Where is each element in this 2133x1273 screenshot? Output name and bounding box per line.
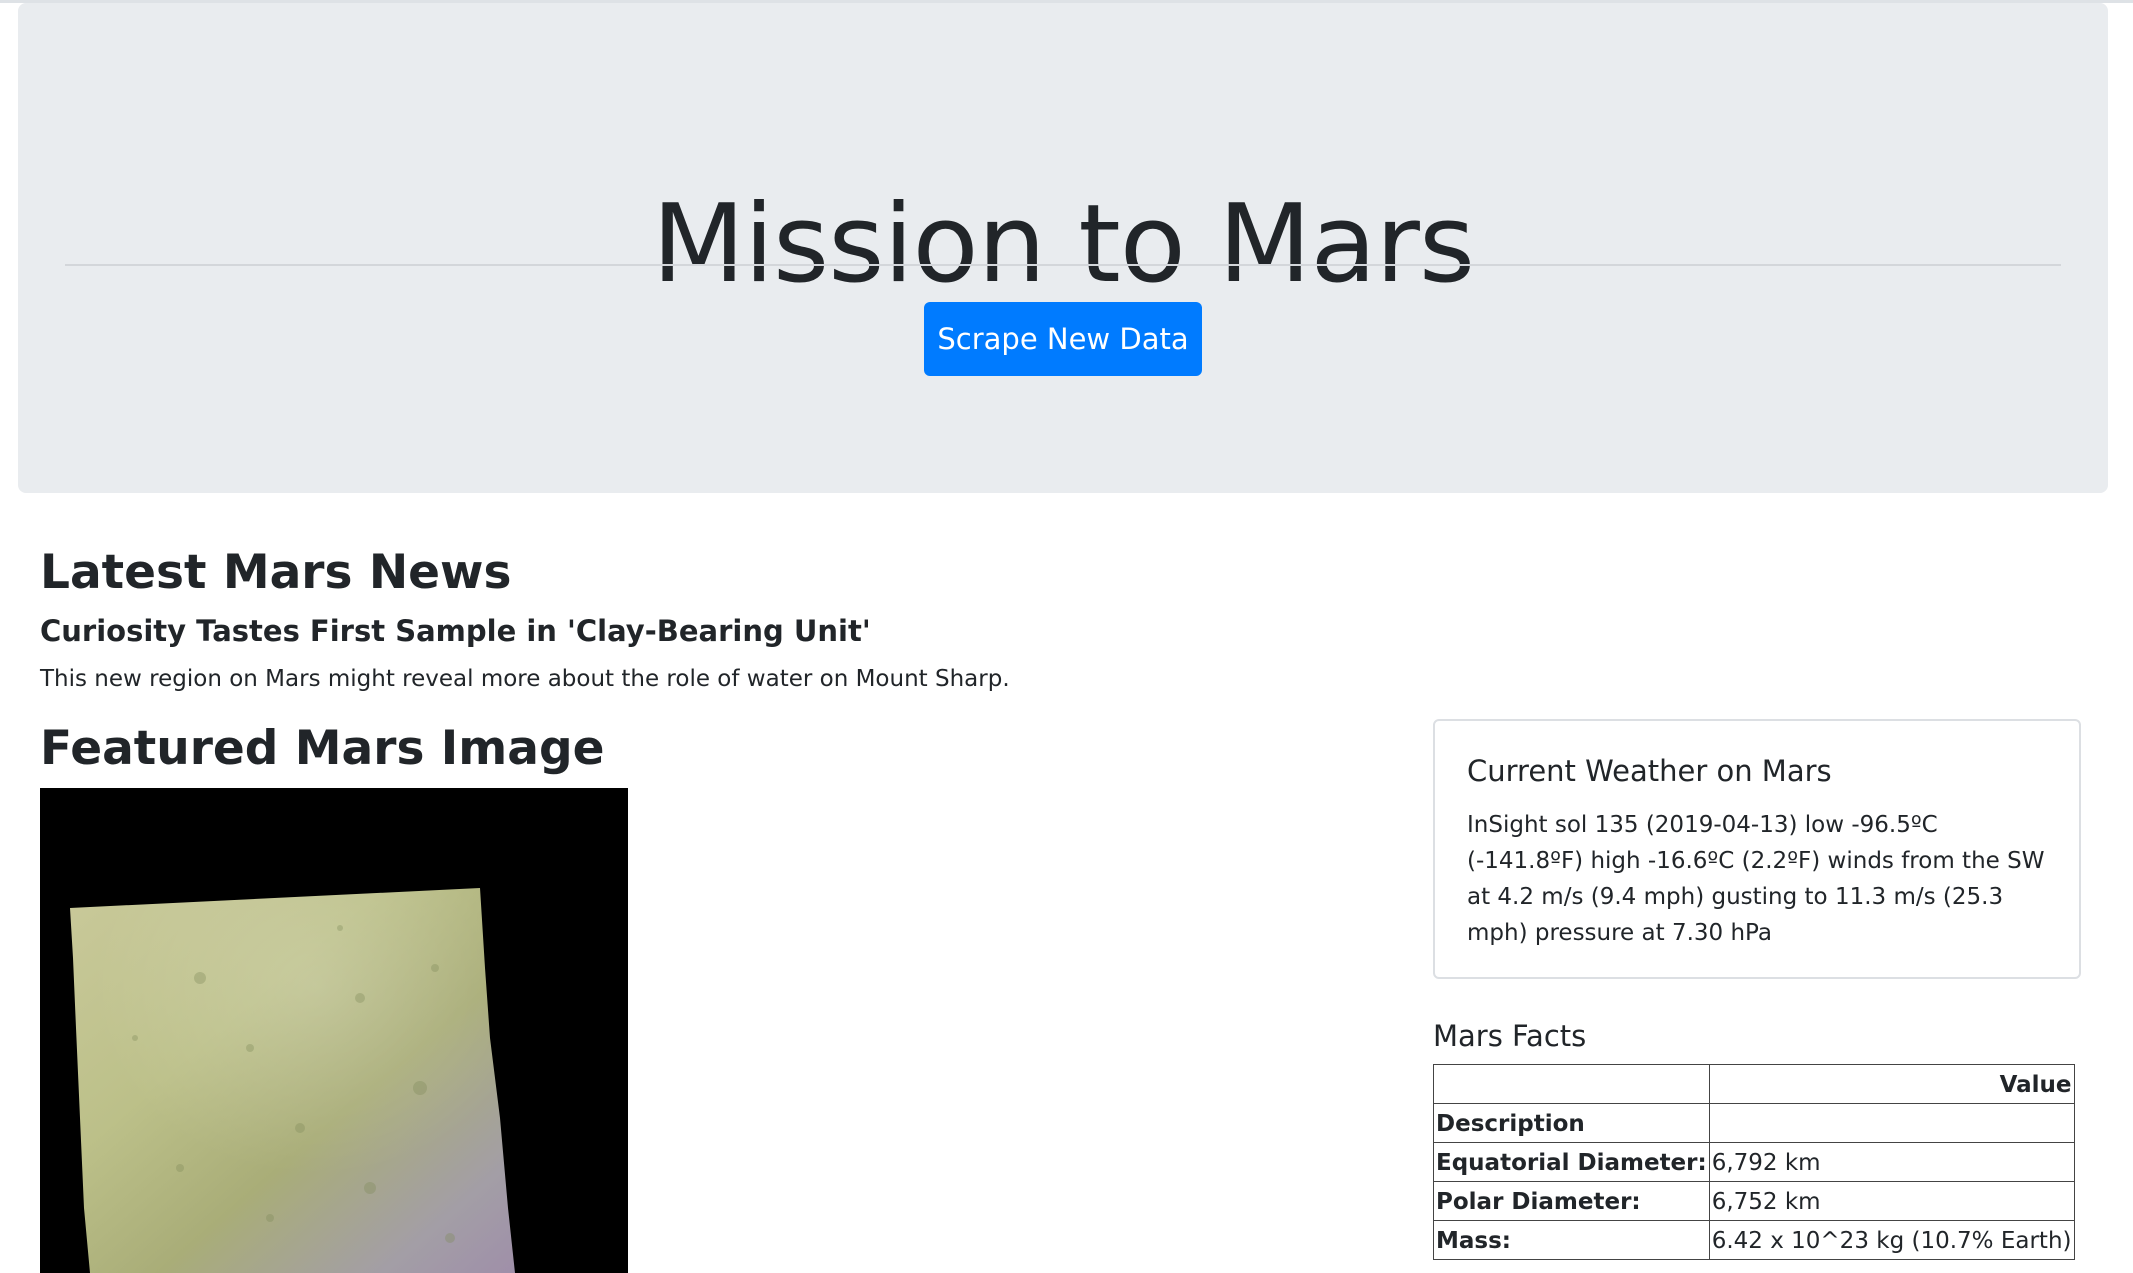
news-title: Curiosity Tastes First Sample in 'Clay-B…: [40, 614, 871, 648]
page-title: Mission to Mars: [651, 182, 1475, 308]
weather-text: InSight sol 135 (2019-04-13) low -96.5ºC…: [1467, 812, 2045, 946]
mars-facts-table: Value Description Equatorial Diameter: 6…: [1433, 1064, 2075, 1260]
weather-card: Current Weather on Mars InSight sol 135 …: [1433, 719, 2081, 979]
fact-label: Equatorial Diameter:: [1433, 1142, 1710, 1182]
scrape-new-data-button[interactable]: Scrape New Data: [924, 302, 1202, 376]
table-row: Description: [1433, 1103, 2075, 1143]
header-divider: [65, 264, 2061, 266]
table-header-value: Value: [1708, 1064, 2075, 1104]
fact-value: 6.42 x 10^23 kg (10.7% Earth): [1708, 1220, 2075, 1260]
fact-value: 6,752 km: [1708, 1181, 2075, 1221]
table-header-empty: [1433, 1064, 1710, 1104]
jumbotron-header: Mission to Mars Scrape New Data: [18, 3, 2108, 493]
table-header-description: Description: [1433, 1103, 1710, 1143]
featured-image-heading: Featured Mars Image: [40, 721, 605, 776]
mars-surface-image: [70, 888, 515, 1273]
table-row: Polar Diameter: 6,752 km: [1433, 1181, 2075, 1221]
news-paragraph: This new region on Mars might reveal mor…: [40, 666, 1010, 692]
table-row: Equatorial Diameter: 6,792 km: [1433, 1142, 2075, 1182]
featured-mars-image: [40, 788, 628, 1273]
table-header-row: Value: [1433, 1064, 2075, 1104]
table-cell-empty: [1708, 1103, 2075, 1143]
mars-facts-title: Mars Facts: [1433, 1019, 1587, 1053]
fact-label: Polar Diameter:: [1433, 1181, 1710, 1221]
weather-title: Current Weather on Mars: [1467, 754, 1832, 788]
fact-label: Mass:: [1433, 1220, 1710, 1260]
fact-value: 6,792 km: [1708, 1142, 2075, 1182]
table-row: Mass: 6.42 x 10^23 kg (10.7% Earth): [1433, 1220, 2075, 1260]
latest-news-heading: Latest Mars News: [40, 545, 512, 600]
